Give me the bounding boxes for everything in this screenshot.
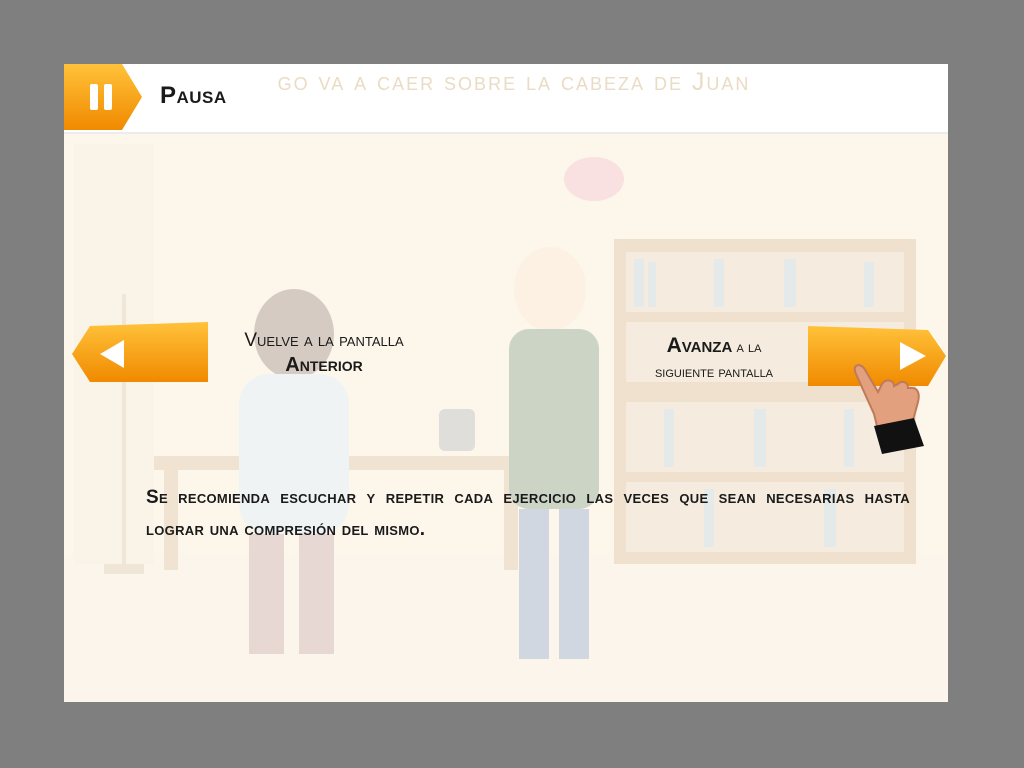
header-bar: go va a caer sobre la cabeza de Juan Pau… xyxy=(64,64,948,134)
pointing-hand-icon xyxy=(853,364,924,454)
next-label-rest: a la xyxy=(732,339,762,356)
previous-screen-label: Vuelve a la pantalla Anterior xyxy=(214,330,434,377)
next-screen-label: Avanza a la siguiente pantalla xyxy=(624,334,804,381)
previous-label-line1: Vuelve a la pantalla xyxy=(244,330,404,351)
pause-screen: go va a caer sobre la cabeza de Juan Pau… xyxy=(64,64,948,702)
next-label-line1: Avanza a la xyxy=(624,334,804,358)
pause-button[interactable] xyxy=(64,64,144,130)
previous-label-line2: Anterior xyxy=(285,354,363,376)
next-label-line2: siguiente pantalla xyxy=(654,364,774,381)
left-arrow-icon xyxy=(72,322,208,382)
pause-icon xyxy=(64,64,142,130)
background-title: go va a caer sobre la cabeza de Juan xyxy=(277,68,751,96)
pause-title: Pausa xyxy=(160,82,227,109)
previous-screen-button[interactable] xyxy=(72,322,210,386)
next-label-bold: Avanza xyxy=(666,334,733,357)
instruction-text: Se recomienda escuchar y repetir cada ej… xyxy=(146,487,910,540)
